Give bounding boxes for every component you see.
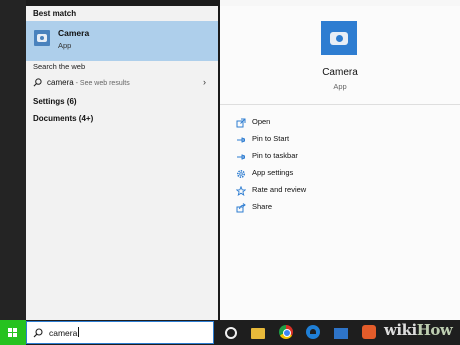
action-app-settings[interactable]: App settings [236, 167, 436, 181]
cortana-icon[interactable] [225, 327, 237, 339]
web-query-hint: - See web results [73, 80, 130, 87]
search-results-pane: Best match Camera App Search the web cam… [26, 6, 218, 320]
action-label: Share [252, 202, 273, 211]
detail-app-type: App [333, 82, 347, 91]
divider [220, 104, 460, 105]
app-detail-pane: Camera App Open Pin to Start Pin to task… [220, 6, 460, 320]
taskbar: camera wikiHow [0, 320, 460, 345]
best-match-type: App [58, 41, 72, 50]
action-label: Pin to taskbar [252, 151, 298, 160]
best-match-heading: Best match [33, 9, 77, 18]
start-button[interactable] [0, 320, 26, 345]
star-icon [236, 186, 246, 196]
start-menu-left-strip [0, 0, 26, 320]
pin-icon [237, 137, 245, 143]
search-web-heading: Search the web [33, 62, 86, 71]
file-explorer-icon[interactable] [251, 328, 265, 339]
camera-icon [34, 30, 50, 46]
search-icon [33, 328, 43, 338]
camera-icon [321, 21, 357, 55]
web-query-text: camera [47, 78, 74, 87]
edge-icon[interactable] [306, 325, 320, 339]
search-input[interactable]: camera [49, 328, 77, 338]
chevron-right-icon: › [203, 77, 206, 87]
web-result-camera[interactable]: camera - See web results › [26, 73, 218, 93]
action-pin-to-start[interactable]: Pin to Start [236, 133, 436, 147]
search-icon [33, 78, 42, 87]
share-icon [236, 203, 246, 213]
best-match-camera[interactable]: Camera App [26, 21, 218, 61]
windows-logo-icon [8, 328, 18, 338]
action-label: App settings [252, 168, 294, 177]
text-caret [78, 327, 80, 337]
action-pin-to-taskbar[interactable]: Pin to taskbar [236, 150, 436, 164]
documents-category[interactable]: Documents (4+) [33, 114, 93, 123]
action-label: Open [252, 117, 271, 126]
best-match-name: Camera [58, 28, 90, 38]
pin-icon [237, 154, 245, 160]
action-share[interactable]: Share [236, 201, 436, 215]
action-rate-and-review[interactable]: Rate and review [236, 184, 436, 198]
watermark-wiki: wiki [384, 321, 417, 339]
settings-category[interactable]: Settings (6) [33, 97, 77, 106]
action-open[interactable]: Open [236, 116, 436, 130]
action-label: Rate and review [252, 185, 307, 194]
open-icon [236, 118, 246, 128]
mail-icon[interactable] [334, 328, 348, 339]
detail-app-name: Camera [322, 67, 358, 78]
wikihow-watermark: wikiHow [384, 321, 453, 339]
action-label: Pin to Start [252, 134, 290, 143]
gear-icon [236, 169, 246, 179]
taskbar-search-box[interactable]: camera [26, 321, 214, 344]
app-icon[interactable] [362, 325, 376, 339]
chrome-icon[interactable] [279, 325, 293, 339]
watermark-how: How [416, 321, 453, 339]
